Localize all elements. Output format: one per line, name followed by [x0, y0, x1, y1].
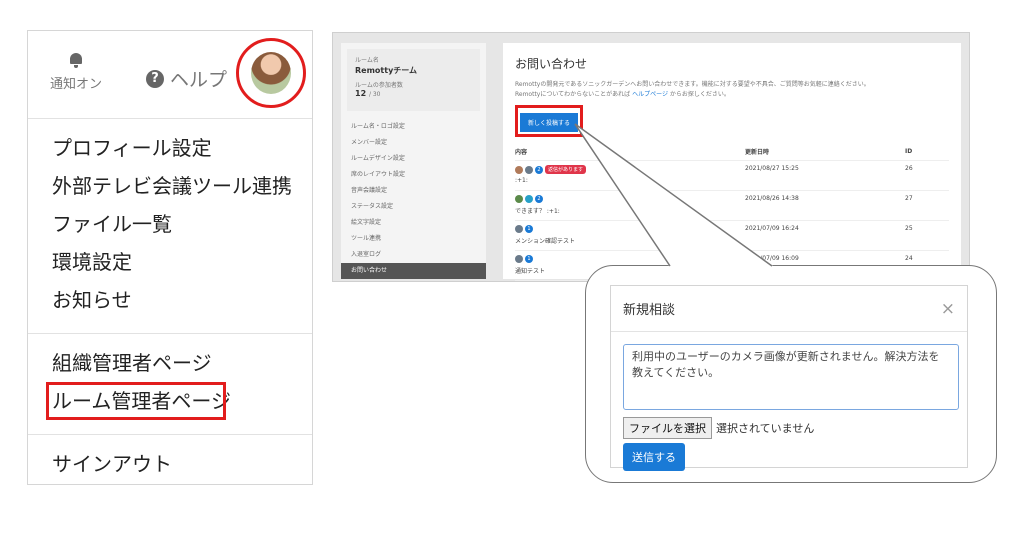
modal-header: 新規相談 ×	[611, 286, 967, 332]
file-upload-row: ファイルを選択 選択されていません	[623, 417, 955, 439]
inquiry-message-input[interactable]: 利用中のユーザーのカメラ画像が更新されません。解決方法を教えてください。	[623, 344, 959, 410]
send-button[interactable]: 送信する	[623, 443, 685, 471]
close-icon[interactable]: ×	[941, 299, 955, 319]
file-status: 選択されていません	[716, 422, 815, 435]
choose-file-button[interactable]: ファイルを選択	[623, 417, 712, 439]
modal-body: 利用中のユーザーのカメラ画像が更新されません。解決方法を教えてください。 ファイ…	[611, 332, 967, 483]
modal-title: 新規相談	[623, 303, 676, 318]
new-inquiry-modal: 新規相談 × 利用中のユーザーのカメラ画像が更新されません。解決方法を教えてくだ…	[610, 285, 968, 471]
